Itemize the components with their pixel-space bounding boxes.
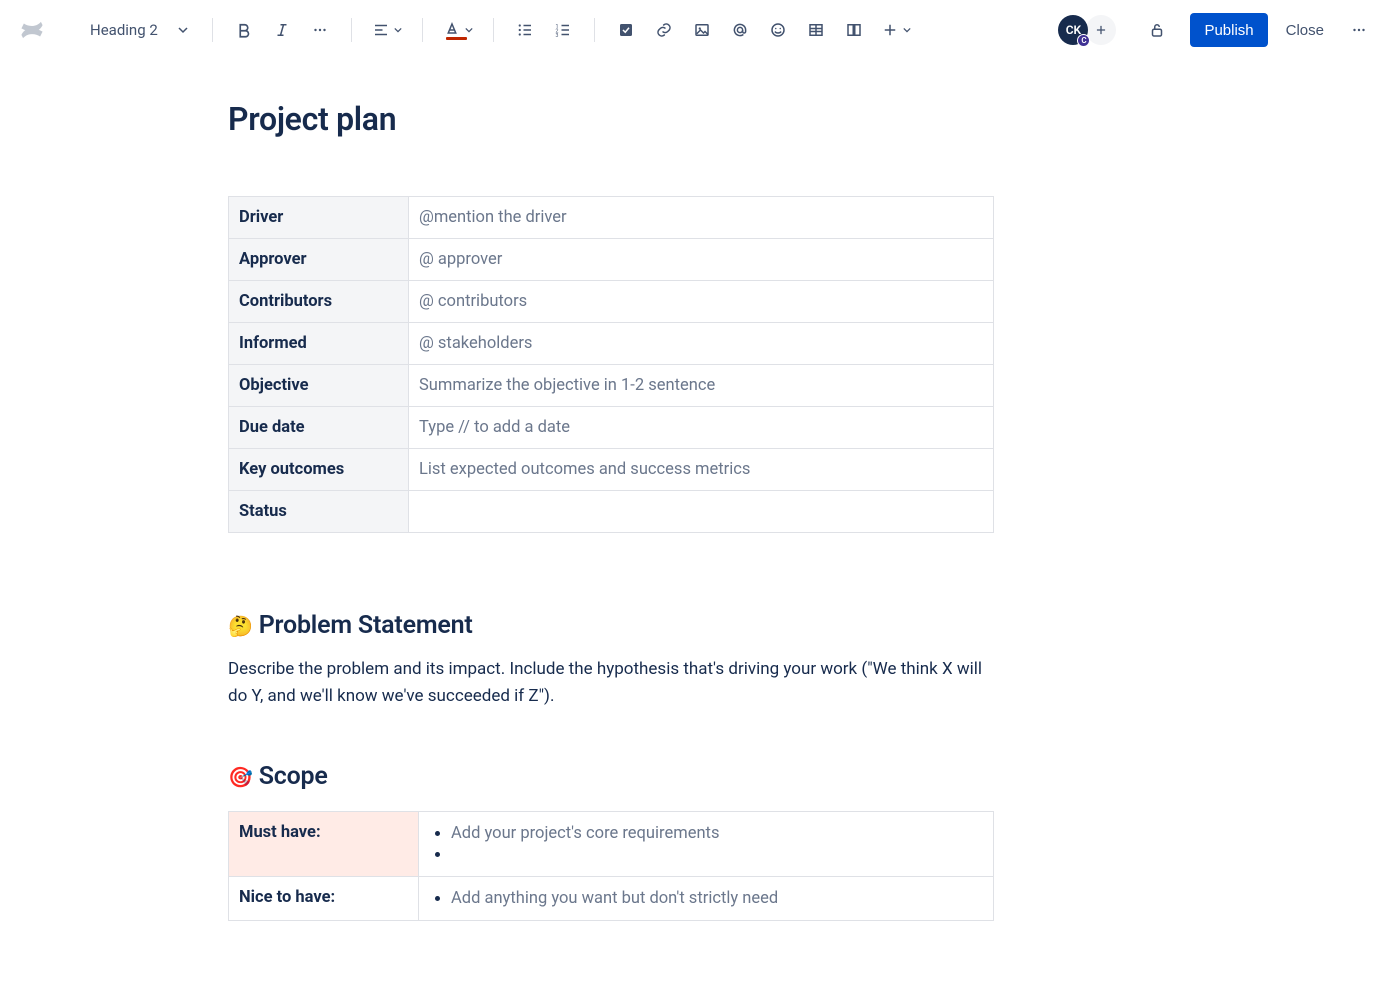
text-color-swatch [446,37,467,40]
image-button[interactable] [685,13,719,47]
meta-value[interactable]: Type // to add a date [409,407,994,449]
meta-value[interactable]: @ stakeholders [409,323,994,365]
meta-label[interactable]: Driver [229,197,409,239]
scope-table[interactable]: Must have: Add your project's core requi… [228,811,994,921]
alignment-button[interactable] [366,13,408,47]
section-heading-text: Problem Statement [259,611,473,640]
list-item[interactable] [451,844,981,865]
link-button[interactable] [647,13,681,47]
toolbar-divider [594,18,595,42]
more-formatting-button[interactable] [303,13,337,47]
presence-indicator: C [1077,34,1090,47]
meta-value[interactable]: @mention the driver [409,197,994,239]
action-item-button[interactable] [609,13,643,47]
scope-label[interactable]: Nice to have: [229,877,419,921]
meta-label[interactable]: Approver [229,239,409,281]
meta-value[interactable]: @ contributors [409,281,994,323]
chevron-down-icon [465,26,473,34]
thinking-emoji: 🤔 [228,614,253,638]
table-button[interactable] [799,13,833,47]
mention-button[interactable] [723,13,757,47]
bullet-list-button[interactable] [508,13,542,47]
metadata-table[interactable]: Driver@mention the driver Approver@ appr… [228,196,994,533]
chevron-down-icon [903,26,911,34]
user-avatar[interactable]: CK C [1058,15,1088,45]
unlock-icon [1148,21,1166,39]
table-row[interactable]: Contributors@ contributors [229,281,994,323]
meta-label[interactable]: Contributors [229,281,409,323]
close-button[interactable]: Close [1272,13,1338,47]
editor-toolbar: Heading 2 123 [0,0,1400,60]
text-style-label: Heading 2 [90,21,158,39]
text-style-select[interactable]: Heading 2 [78,13,198,47]
text-color-button[interactable] [437,13,479,47]
italic-button[interactable] [265,13,299,47]
toolbar-divider [422,18,423,42]
problem-statement-heading[interactable]: 🤔 Problem Statement [228,611,994,640]
publish-button[interactable]: Publish [1190,13,1267,47]
meta-label[interactable]: Key outcomes [229,449,409,491]
table-row[interactable]: Nice to have: Add anything you want but … [229,877,994,921]
toolbar-divider [212,18,213,42]
meta-value[interactable]: List expected outcomes and success metri… [409,449,994,491]
scope-value[interactable]: Add anything you want but don't strictly… [419,877,994,921]
table-row[interactable]: Status [229,491,994,533]
table-row[interactable]: ObjectiveSummarize the objective in 1-2 … [229,365,994,407]
plus-icon [1094,23,1108,37]
table-row[interactable]: Must have: Add your project's core requi… [229,812,994,877]
target-emoji: 🎯 [228,765,253,789]
invite-collaborator-button[interactable] [1086,15,1116,45]
toolbar-divider [493,18,494,42]
scope-label[interactable]: Must have: [229,812,419,877]
meta-value[interactable]: @ approver [409,239,994,281]
svg-text:3: 3 [555,33,558,39]
confluence-logo [18,16,46,44]
table-row[interactable]: Key outcomesList expected outcomes and s… [229,449,994,491]
layouts-button[interactable] [837,13,871,47]
insert-more-button[interactable] [875,13,917,47]
document-editor[interactable]: Project plan Driver@mention the driver A… [228,60,994,921]
page-title[interactable]: Project plan [228,100,994,138]
numbered-list-button[interactable]: 123 [546,13,580,47]
meta-label[interactable]: Informed [229,323,409,365]
meta-value[interactable] [409,491,994,533]
restrictions-button[interactable] [1140,13,1174,47]
table-row[interactable]: Due dateType // to add a date [229,407,994,449]
section-heading-text: Scope [259,762,328,791]
table-row[interactable]: Informed@ stakeholders [229,323,994,365]
meta-label[interactable]: Due date [229,407,409,449]
problem-statement-body[interactable]: Describe the problem and its impact. Inc… [228,656,994,710]
bold-button[interactable] [227,13,261,47]
scope-value[interactable]: Add your project's core requirements [419,812,994,877]
list-item[interactable]: Add anything you want but don't strictly… [451,888,981,909]
chevron-down-icon [178,25,188,35]
chevron-down-icon [394,26,402,34]
meta-value[interactable]: Summarize the objective in 1-2 sentence [409,365,994,407]
list-item[interactable]: Add your project's core requirements [451,823,981,844]
toolbar-divider [351,18,352,42]
meta-label[interactable]: Status [229,491,409,533]
scope-heading[interactable]: 🎯 Scope [228,762,994,791]
emoji-button[interactable] [761,13,795,47]
table-row[interactable]: Approver@ approver [229,239,994,281]
table-row[interactable]: Driver@mention the driver [229,197,994,239]
meta-label[interactable]: Objective [229,365,409,407]
more-actions-button[interactable] [1342,13,1376,47]
